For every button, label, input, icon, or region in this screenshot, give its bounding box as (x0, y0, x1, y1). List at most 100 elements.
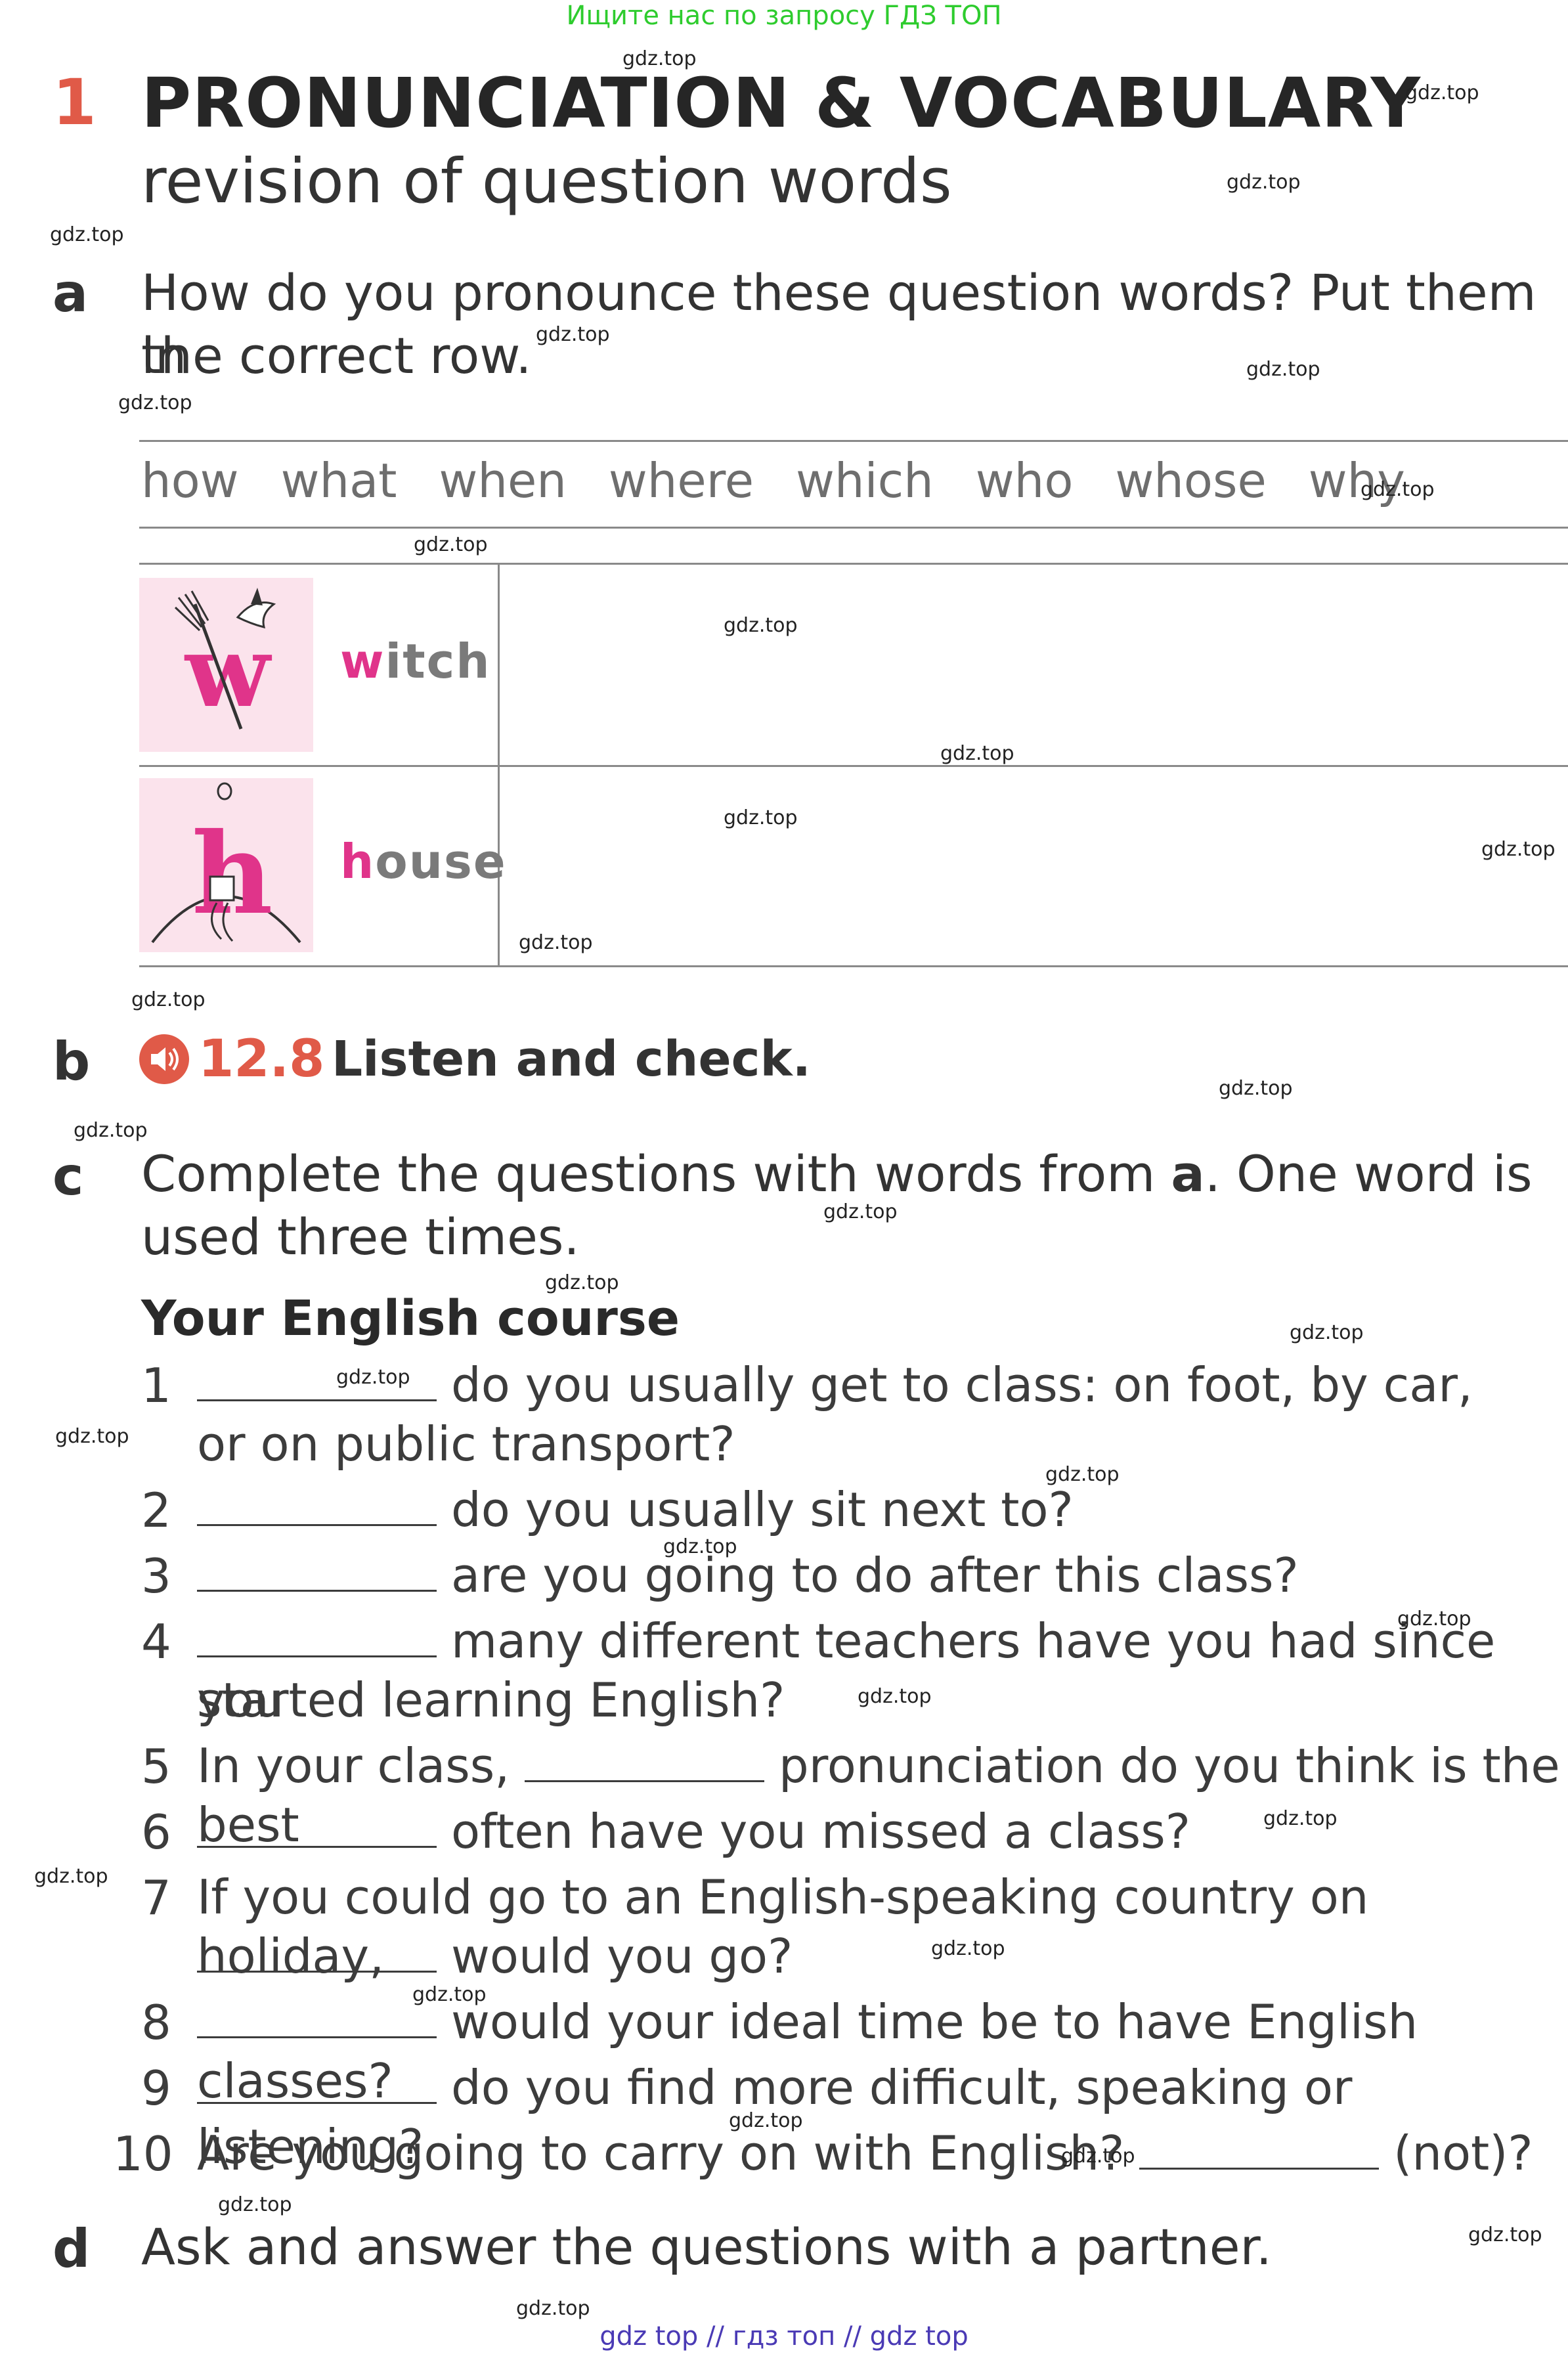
question-number: 7 (141, 1870, 171, 1925)
question-4-cont: started learning English? (197, 1673, 785, 1728)
section-subtitle: revision of question words (141, 146, 952, 217)
word-bank: how what when where which who whose why (141, 453, 1566, 508)
exercise-subheading: Your English course (141, 1290, 680, 1347)
audio-track-number: 12.8 (198, 1030, 325, 1089)
watermark: gdz.top (536, 323, 610, 346)
watermark: gdz.top (1219, 1077, 1293, 1100)
house-answer-area[interactable] (512, 772, 1563, 959)
answer-blank[interactable] (197, 1393, 437, 1401)
watermark: gdz.top (1227, 171, 1301, 194)
question-number: 3 (141, 1548, 171, 1604)
watermark: gdz.top (1468, 2223, 1542, 2246)
watermark: gdz.top (545, 1271, 619, 1294)
table-bottom-rule (139, 965, 1568, 967)
answer-blank[interactable] (197, 1583, 437, 1592)
watermark: gdz.top (1061, 2145, 1135, 2168)
question-7-cont: would you go? (197, 1927, 793, 1986)
part-a-letter: a (53, 263, 88, 324)
part-c-instruction-line2: used three times. (141, 1208, 580, 1266)
answer-blank[interactable] (197, 2095, 437, 2104)
word-bank-item: who (975, 453, 1074, 508)
part-c-instruction-ref: a (1171, 1145, 1205, 1203)
section-title: PRONUNCIATION & VOCABULARY (141, 63, 1421, 143)
watermark: gdz.top (74, 1119, 148, 1142)
question-2: do you usually sit next to? (197, 1480, 1074, 1539)
watermark: gdz.top (1361, 478, 1435, 501)
question-number: 4 (141, 1614, 171, 1669)
answer-blank[interactable] (1139, 2161, 1380, 2170)
word-bank-item: how (141, 453, 239, 508)
sound-word-highlight: h (340, 834, 376, 889)
watermark: gdz.top (336, 1366, 410, 1389)
question-3: are you going to do after this class? (197, 1546, 1299, 1605)
answer-blank[interactable] (197, 1964, 437, 1973)
watermark: gdz.top (724, 614, 798, 637)
watermark: gdz.top (729, 2109, 803, 2132)
sound-word-rest: ouse (375, 834, 507, 889)
footer-links[interactable]: gdz top // гдз топ // gdz top (0, 2319, 1568, 2353)
sound-word-witch: witch (340, 634, 491, 689)
word-bank-item: whose (1115, 453, 1267, 508)
sound-word-rest: itch (385, 634, 491, 689)
watermark: gdz.top (412, 1983, 487, 2006)
watermark: gdz.top (1246, 358, 1320, 381)
speaker-icon[interactable] (139, 1034, 189, 1084)
witch-broom-icon: w (174, 588, 276, 730)
watermark: gdz.top (858, 1685, 932, 1708)
question-number: 6 (141, 1804, 171, 1860)
question-number: 10 (113, 2126, 173, 2181)
question-text: do you usually get to class: on foot, by… (451, 1357, 1473, 1412)
house-on-hill-icon: h (151, 782, 301, 944)
watermark: gdz.top (414, 533, 488, 556)
section-number: 1 (53, 66, 97, 139)
part-d-letter: d (53, 2218, 91, 2279)
house-picture: h (139, 778, 313, 952)
table-top-rule (139, 563, 1568, 565)
answer-blank[interactable] (525, 1774, 765, 1782)
question-text: (not)? (1393, 2126, 1533, 2181)
watermark: gdz.top (34, 1865, 108, 1888)
watermark: gdz.top (823, 1200, 898, 1223)
part-c-instruction-line1: Complete the questions with words from a… (141, 1143, 1533, 1206)
answer-blank[interactable] (197, 1518, 437, 1526)
sound-word-highlight: w (340, 634, 385, 689)
answer-blank[interactable] (197, 2030, 437, 2038)
word-bank-item: what (280, 453, 397, 508)
watermark: gdz.top (724, 806, 798, 829)
watermark: gdz.top (1263, 1807, 1338, 1830)
top-banner[interactable]: Ищите нас по запросу ГДЗ ТОП (0, 0, 1568, 32)
audio-badge[interactable] (139, 1034, 189, 1084)
question-6: often have you missed a class? (197, 1802, 1190, 1861)
watermark: gdz.top (55, 1425, 129, 1448)
watermark: gdz.top (1045, 1463, 1120, 1486)
question-text: Are you going to carry on with English? (197, 2126, 1125, 2181)
word-bank-item: when (439, 453, 567, 508)
watermark: gdz.top (131, 988, 206, 1011)
question-text: would you go? (451, 1929, 793, 1984)
watermark: gdz.top (519, 931, 593, 954)
table-column-divider (498, 565, 500, 965)
question-text: often have you missed a class? (451, 1804, 1190, 1859)
question-text: In your class, (197, 1738, 510, 1793)
question-number: 5 (141, 1739, 171, 1794)
question-10: Are you going to carry on with English? … (197, 2124, 1533, 2183)
answer-blank[interactable] (197, 1649, 437, 1657)
witch-picture: w (139, 578, 313, 752)
svg-text:h: h (192, 808, 273, 940)
watermark: gdz.top (1397, 1607, 1471, 1630)
watermark: gdz.top (663, 1535, 737, 1558)
question-number: 9 (141, 2061, 171, 2116)
witch-answer-area[interactable] (512, 571, 1563, 758)
watermark: gdz.top (622, 47, 697, 70)
table-middle-rule (139, 765, 1568, 767)
part-d-instruction: Ask and answer the questions with a part… (141, 2218, 1272, 2276)
question-text: are you going to do after this class? (451, 1548, 1299, 1603)
watermark: gdz.top (218, 2193, 292, 2216)
question-1-cont: or on public transport? (197, 1416, 735, 1472)
part-c-instruction-text: Complete the questions with words from (141, 1145, 1171, 1203)
part-b-instruction: Listen and check. (332, 1031, 811, 1087)
answer-blank[interactable] (197, 1839, 437, 1848)
part-c-letter: c (53, 1146, 84, 1207)
watermark: gdz.top (940, 742, 1014, 765)
part-c-instruction-text: . One word is (1204, 1145, 1533, 1203)
